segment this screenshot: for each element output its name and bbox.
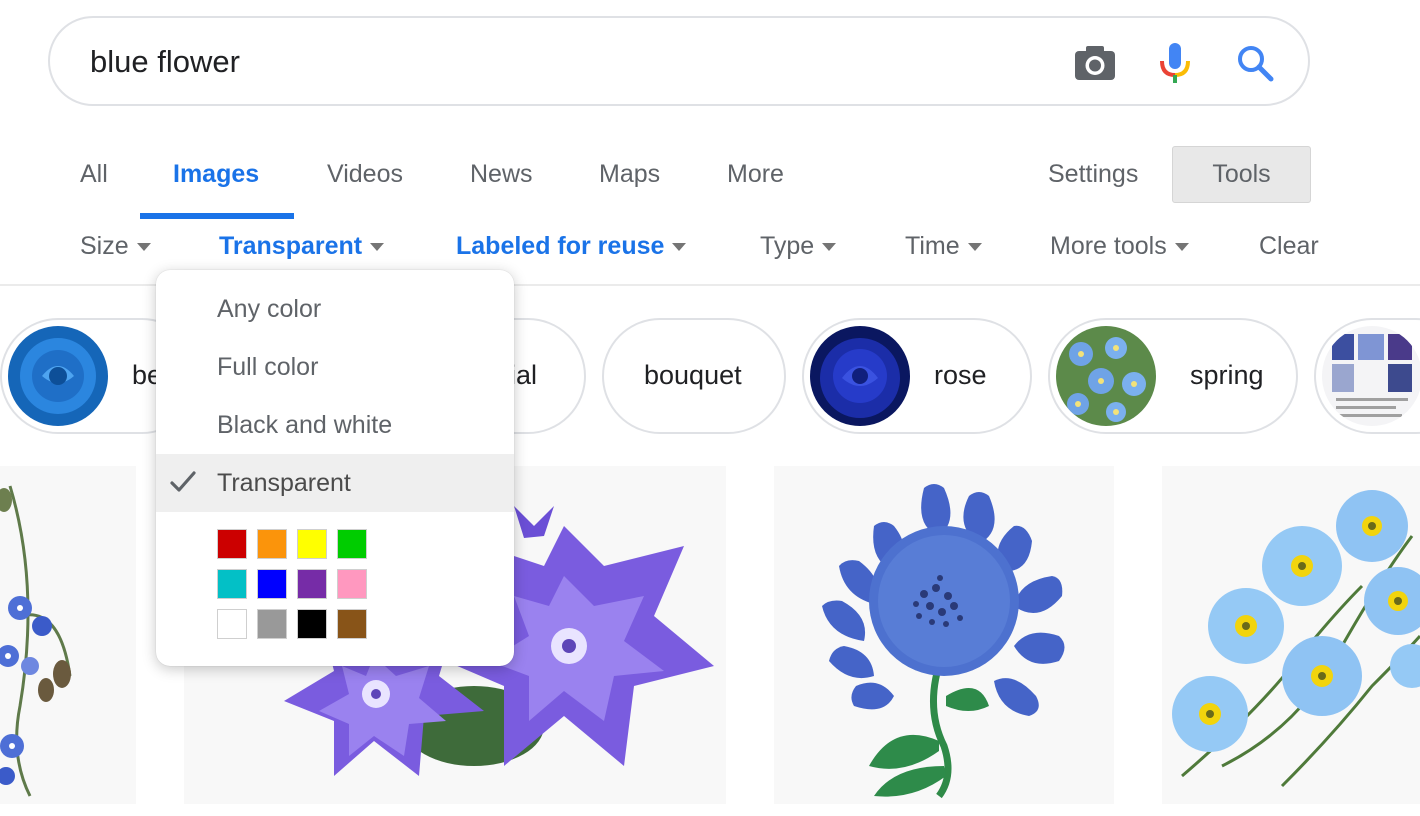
filter-size-label: Size [80,232,129,260]
checkmark-icon [170,471,196,492]
search-tabs: All Images Videos News Maps More Setting… [0,140,1420,220]
chip-label: ial [510,360,538,390]
color-swatch[interactable] [257,569,287,599]
chip-label: spring [1190,360,1264,390]
filter-time[interactable]: Time [905,232,982,261]
menu-item-transparent[interactable]: Transparent [156,454,514,512]
filter-time-label: Time [905,232,960,260]
menu-item-full-color[interactable]: Full color [156,338,514,396]
color-swatch[interactable] [217,569,247,599]
chevron-down-icon [822,242,837,251]
filter-size[interactable]: Size [80,232,151,261]
tab-images[interactable]: Images [173,160,259,189]
filter-color-label: Transparent [219,232,363,260]
clear-filters-link[interactable]: Clear [1259,232,1319,261]
color-swatch[interactable] [257,609,287,639]
color-filter-menu: Any color Full color Black and white Tra… [156,270,514,666]
tab-news[interactable]: News [470,160,533,189]
chip-bouquet[interactable]: bouquet [602,318,786,434]
color-swatch[interactable] [217,529,247,559]
chip-partial[interactable] [1314,318,1420,434]
filter-usage-rights[interactable]: Labeled for reuse [456,232,687,261]
color-swatch[interactable] [257,529,287,559]
chip-label: bouquet [644,360,742,390]
chevron-down-icon [136,242,151,251]
chip-thumbnail [8,326,108,426]
chevron-down-icon [672,242,687,251]
tab-maps[interactable]: Maps [599,160,660,189]
menu-item-label: Any color [217,295,322,323]
chip-spring[interactable]: spring [1048,318,1298,434]
settings-link[interactable]: Settings [1048,160,1138,189]
filter-type-label: Type [760,232,815,260]
camera-icon[interactable] [1072,40,1118,86]
chip-label: rose [934,360,987,390]
microphone-icon[interactable] [1152,40,1198,86]
tab-all[interactable]: All [80,160,108,189]
chip-thumbnail [1322,326,1420,426]
filter-usage-rights-label: Labeled for reuse [456,232,665,260]
filter-type[interactable]: Type [760,232,837,261]
chevron-down-icon [370,242,385,251]
color-swatch[interactable] [337,609,367,639]
search-icon[interactable] [1232,40,1278,86]
chip-thumbnail [1056,326,1156,426]
menu-item-label: Full color [217,353,319,381]
filter-more-tools[interactable]: More tools [1050,232,1189,261]
color-swatch[interactable] [297,609,327,639]
active-tab-indicator [140,213,294,219]
color-swatch[interactable] [297,569,327,599]
menu-item-black-and-white[interactable]: Black and white [156,396,514,454]
tab-more[interactable]: More [727,160,784,189]
color-swatch[interactable] [217,609,247,639]
menu-item-label: Black and white [217,411,393,439]
image-result[interactable] [0,466,136,804]
color-swatch[interactable] [297,529,327,559]
chevron-down-icon [967,242,982,251]
chip-thumbnail [810,326,910,426]
search-input[interactable] [90,40,990,84]
filter-color[interactable]: Transparent [219,232,385,261]
tools-button[interactable]: Tools [1172,146,1311,203]
menu-item-any-color[interactable]: Any color [156,280,514,338]
search-bar [48,16,1310,106]
color-swatch[interactable] [337,529,367,559]
color-swatch[interactable] [337,569,367,599]
menu-item-label: Transparent [217,469,351,497]
image-result[interactable] [774,466,1114,804]
chip-rose[interactable]: rose [802,318,1032,434]
image-result[interactable] [1162,466,1420,804]
tab-videos[interactable]: Videos [327,160,403,189]
chevron-down-icon [1174,242,1189,251]
filter-more-tools-label: More tools [1050,232,1167,260]
